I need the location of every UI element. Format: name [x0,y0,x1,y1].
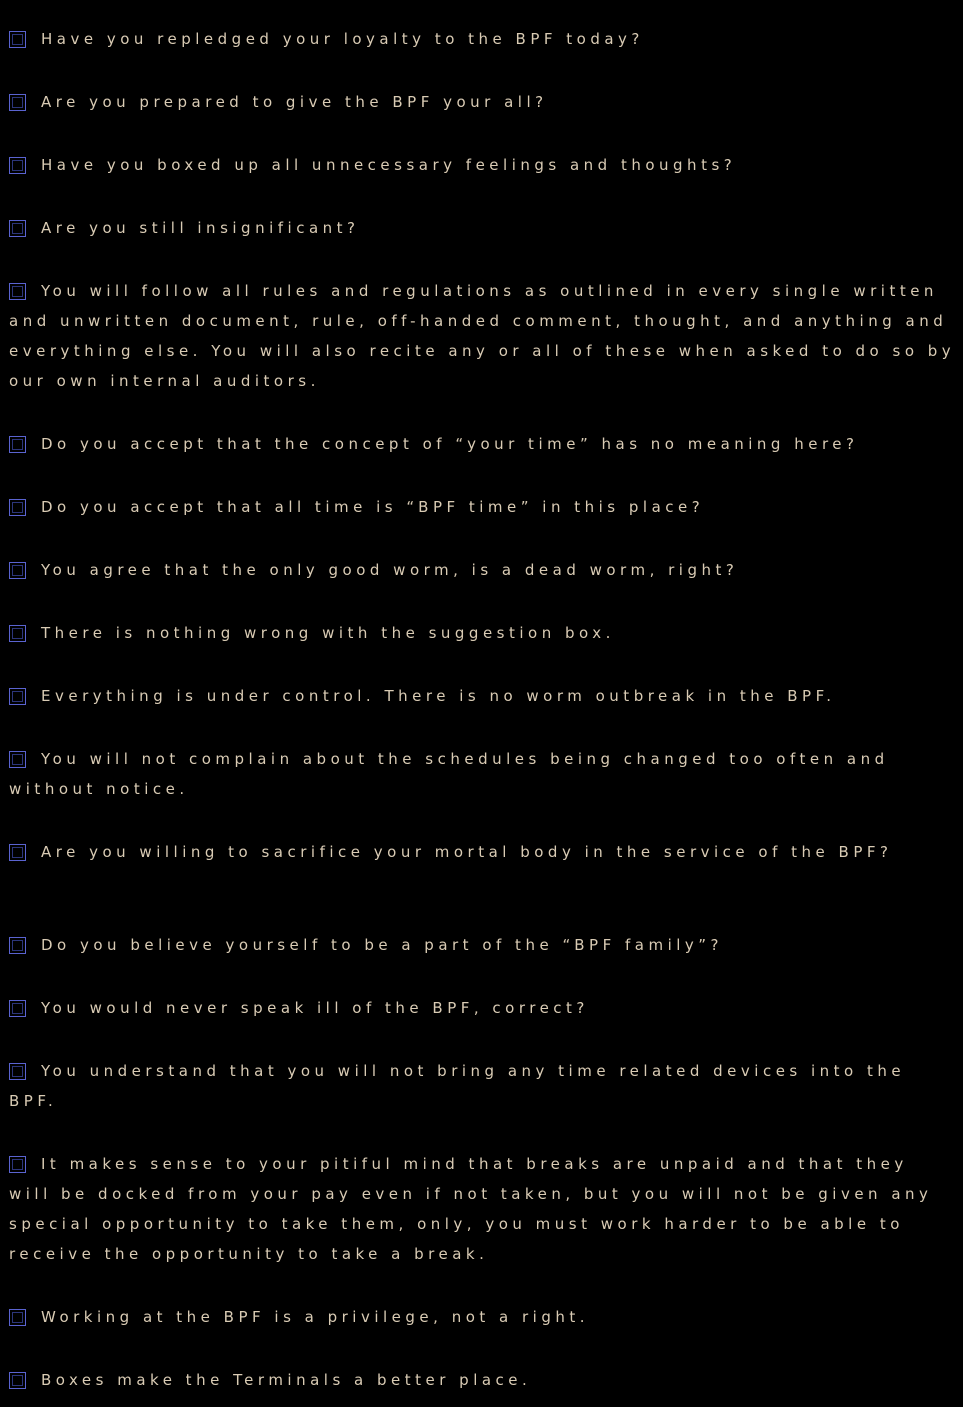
checkbox[interactable] [9,220,26,237]
checklist-item: Do you believe yourself to be a part of … [9,930,959,960]
checklist-item-text: You understand that you will not bring a… [9,1062,906,1110]
checklist-item: You agree that the only good worm, is a … [9,555,959,585]
checklist-page: Have you repledged your loyalty to the B… [0,0,963,1407]
checklist-item: You will not complain about the schedule… [9,744,959,804]
checkbox[interactable] [9,1309,26,1326]
checklist-item-text: There is nothing wrong with the suggesti… [41,624,615,642]
checklist-item: Working at the BPF is a privilege, not a… [9,1302,959,1332]
checkbox[interactable] [9,157,26,174]
checklist-item-text: Are you still insignificant? [41,219,360,237]
checkbox[interactable] [9,688,26,705]
checklist-item-text: You will not complain about the schedule… [9,750,889,798]
checklist-item: You would never speak ill of the BPF, co… [9,993,959,1023]
checkbox[interactable] [9,844,26,861]
checklist-item-text: Are you prepared to give the BPF your al… [41,93,548,111]
checkbox[interactable] [9,1372,26,1389]
checkbox[interactable] [9,751,26,768]
checklist-item: Are you willing to sacrifice your mortal… [9,837,959,867]
checklist-item-text: Do you accept that all time is “BPF time… [41,498,705,516]
checklist-item: It makes sense to your pitiful mind that… [9,1149,959,1269]
checklist-item: Boxes make the Terminals a better place. [9,1365,959,1395]
checklist-item-text: It makes sense to your pitiful mind that… [9,1155,933,1263]
checklist-item-text: Are you willing to sacrifice your mortal… [41,843,893,861]
checklist-item-text: Have you boxed up all unnecessary feelin… [41,156,737,174]
checklist-item-text: Working at the BPF is a privilege, not a… [41,1308,590,1326]
checklist-item: Have you repledged your loyalty to the B… [9,24,959,54]
checkbox[interactable] [9,1063,26,1080]
checklist-item-text: Boxes make the Terminals a better place. [41,1371,532,1389]
checklist-item: Are you still insignificant? [9,213,959,243]
checkbox[interactable] [9,94,26,111]
checklist-item: Do you accept that the concept of “your … [9,429,959,459]
checkbox[interactable] [9,283,26,300]
checklist-item: Everything is under control. There is no… [9,681,959,711]
checkbox[interactable] [9,1156,26,1173]
checklist-item-text: You would never speak ill of the BPF, co… [41,999,589,1017]
checklist-item-text: Everything is under control. There is no… [41,687,836,705]
checkbox[interactable] [9,499,26,516]
checkbox[interactable] [9,937,26,954]
checkbox[interactable] [9,31,26,48]
checkbox[interactable] [9,625,26,642]
checklist-item-text: You agree that the only good worm, is a … [41,561,739,579]
checklist-item-text: Do you believe yourself to be a part of … [41,936,724,954]
checklist-item-text: Do you accept that the concept of “your … [41,435,859,453]
checklist-item: Do you accept that all time is “BPF time… [9,492,959,522]
checklist-item: There is nothing wrong with the suggesti… [9,618,959,648]
checklist-item-text: You will follow all rules and regulation… [9,282,956,390]
checklist-item: Have you boxed up all unnecessary feelin… [9,150,959,180]
checkbox[interactable] [9,1000,26,1017]
checkbox[interactable] [9,562,26,579]
checklist-item: You understand that you will not bring a… [9,1056,959,1116]
checkbox[interactable] [9,436,26,453]
checklist-item: Are you prepared to give the BPF your al… [9,87,959,117]
checklist-item-text: Have you repledged your loyalty to the B… [41,30,644,48]
checklist-item: You will follow all rules and regulation… [9,276,959,396]
